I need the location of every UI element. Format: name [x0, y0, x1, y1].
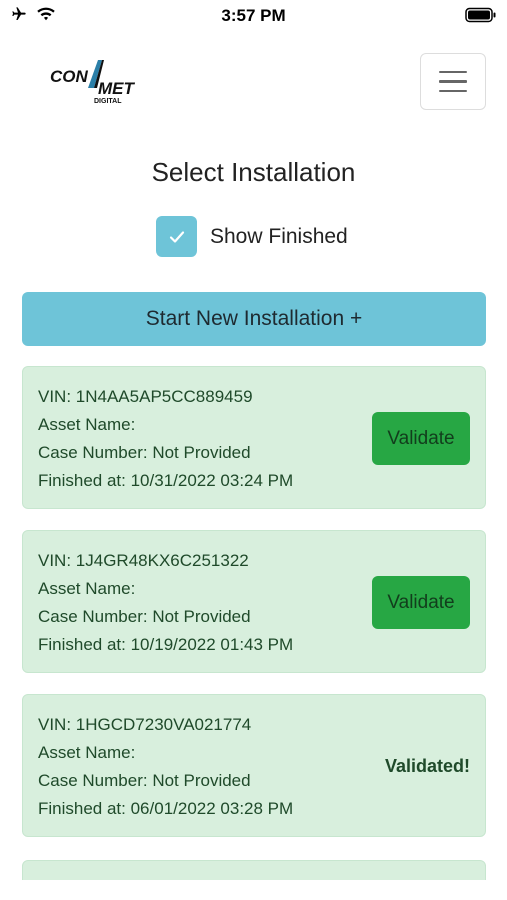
conmet-digital-logo: CON MET DIGITAL	[48, 58, 138, 108]
validate-button[interactable]: Validate	[372, 412, 470, 465]
checkmark-icon	[169, 230, 184, 243]
case-number-text: Case Number: Not Provided	[38, 771, 251, 790]
svg-text:DIGITAL: DIGITAL	[94, 98, 122, 105]
battery-icon	[465, 7, 496, 23]
installation-card[interactable]: VIN: 1N4AA5AP5CC889459 Asset Name: Case …	[22, 366, 486, 509]
svg-text:MET: MET	[98, 79, 136, 98]
status-bar: 3:57 PM	[0, 0, 507, 32]
hamburger-menu-icon-line	[439, 70, 467, 74]
page-title: Select Installation	[151, 157, 356, 187]
vin-text: VIN: 1N4AA5AP5CC889459	[38, 387, 253, 406]
installation-card[interactable]: VIN: 1J4GR48KX6C251322 Asset Name: Case …	[22, 530, 486, 673]
asset-name-text: Asset Name:	[38, 743, 136, 762]
status-time: 3:57 PM	[221, 6, 286, 25]
validated-status: Validated!	[384, 756, 470, 776]
finished-at-text: Finished at: 06/01/2022 03:28 PM	[38, 799, 294, 818]
status-right	[465, 7, 497, 28]
hamburger-menu-icon-line	[439, 80, 467, 83]
show-finished-checkbox[interactable]	[156, 216, 197, 257]
vin-text: VIN: 1HGCD7230VA021774	[38, 715, 252, 734]
asset-name-text: Asset Name:	[38, 415, 136, 434]
installation-card[interactable]: VIN: 1HGCD7230VA021774 Asset Name: Case …	[22, 694, 486, 837]
start-new-installation-button[interactable]: Start New Installation +	[22, 292, 486, 346]
case-number-text: Case Number: Not Provided	[38, 443, 251, 462]
finished-at-text: Finished at: 10/31/2022 03:24 PM	[38, 471, 294, 490]
show-finished-toggle[interactable]: Show Finished	[156, 216, 348, 257]
validate-button[interactable]: Validate	[372, 576, 470, 629]
svg-text:CON: CON	[50, 67, 89, 86]
vin-text: VIN: 1J4GR48KX6C251322	[38, 551, 249, 570]
bottom-edge	[0, 880, 507, 900]
show-finished-label: Show Finished	[210, 224, 348, 248]
finished-at-text: Finished at: 10/19/2022 01:43 PM	[38, 635, 294, 654]
hamburger-menu-button[interactable]	[420, 53, 486, 110]
asset-name-text: Asset Name:	[38, 579, 136, 598]
case-number-text: Case Number: Not Provided	[38, 607, 251, 626]
hamburger-menu-icon-line	[439, 89, 467, 93]
